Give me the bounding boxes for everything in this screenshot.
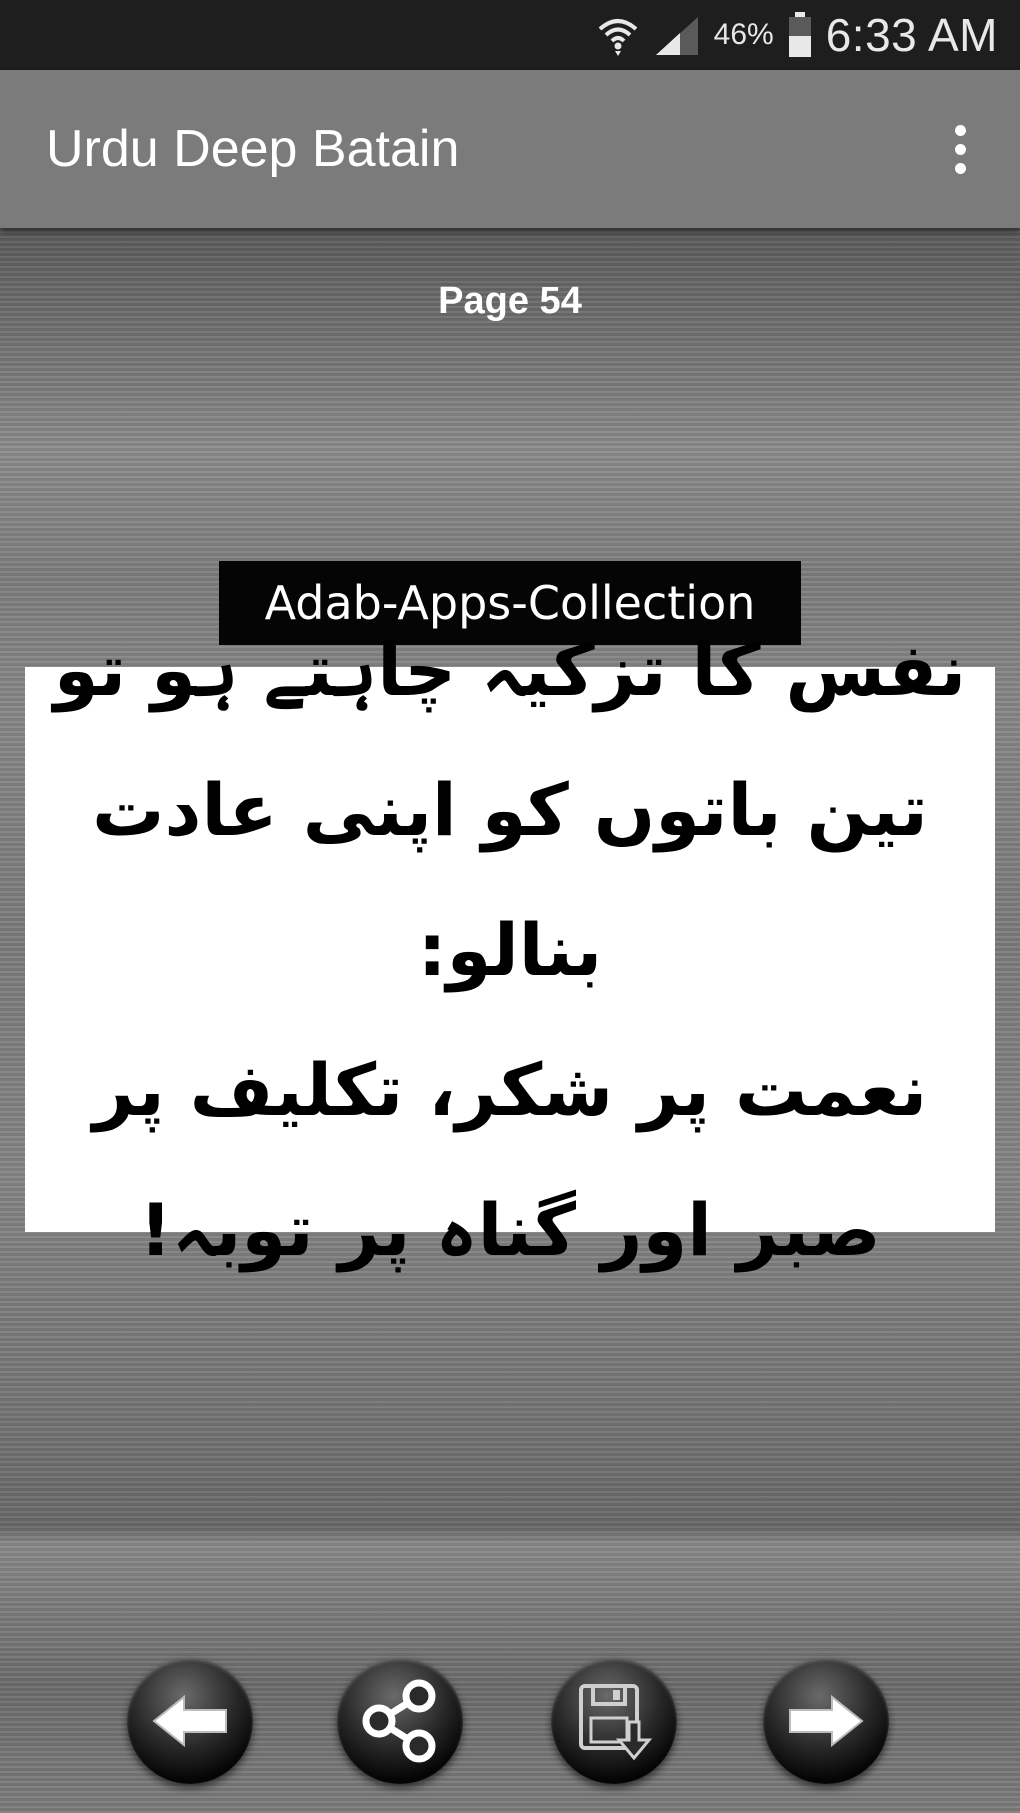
- quote-line: نعمت پر شکر، تکلیف پر صبر اور گناہ پر تو…: [92, 1047, 928, 1272]
- arrow-right-icon: [789, 1694, 864, 1748]
- status-bar: 46% 6:33 AM: [0, 0, 1020, 70]
- quote-text: نفس کا تزکیہ چاہتے ہو تو تین باتوں کو اپ…: [25, 628, 995, 1272]
- share-icon: [362, 1679, 436, 1763]
- more-vert-icon[interactable]: [930, 119, 990, 179]
- page-label: Page 54: [438, 280, 582, 322]
- action-bar: Urdu Deep Batain: [0, 70, 1020, 228]
- battery-percent: 46%: [713, 18, 774, 51]
- signal-icon: [655, 17, 698, 55]
- clock: 6:33 AM: [825, 9, 998, 61]
- arrow-left-icon: [152, 1694, 227, 1748]
- quote-line: نفس کا تزکیہ چاہتے ہو تو: [53, 627, 967, 712]
- quote-card: نفس کا تزکیہ چاہتے ہو تو تین باتوں کو اپ…: [25, 628, 995, 1272]
- status-icons: 46% 6:33 AM: [596, 0, 998, 70]
- previous-button[interactable]: [127, 1658, 253, 1784]
- share-button[interactable]: [337, 1658, 463, 1784]
- quote-line: تین باتوں کو اپنی عادت بنالو:: [92, 767, 928, 992]
- next-button[interactable]: [763, 1658, 889, 1784]
- app-title: Urdu Deep Batain: [46, 120, 460, 178]
- content-area: Page 54 Adab-Apps-Collection نفس کا تزکی…: [0, 228, 1020, 1813]
- save-icon: [579, 1684, 653, 1761]
- battery-icon: [788, 12, 811, 57]
- save-button[interactable]: [551, 1658, 677, 1784]
- wifi-icon: [598, 19, 637, 56]
